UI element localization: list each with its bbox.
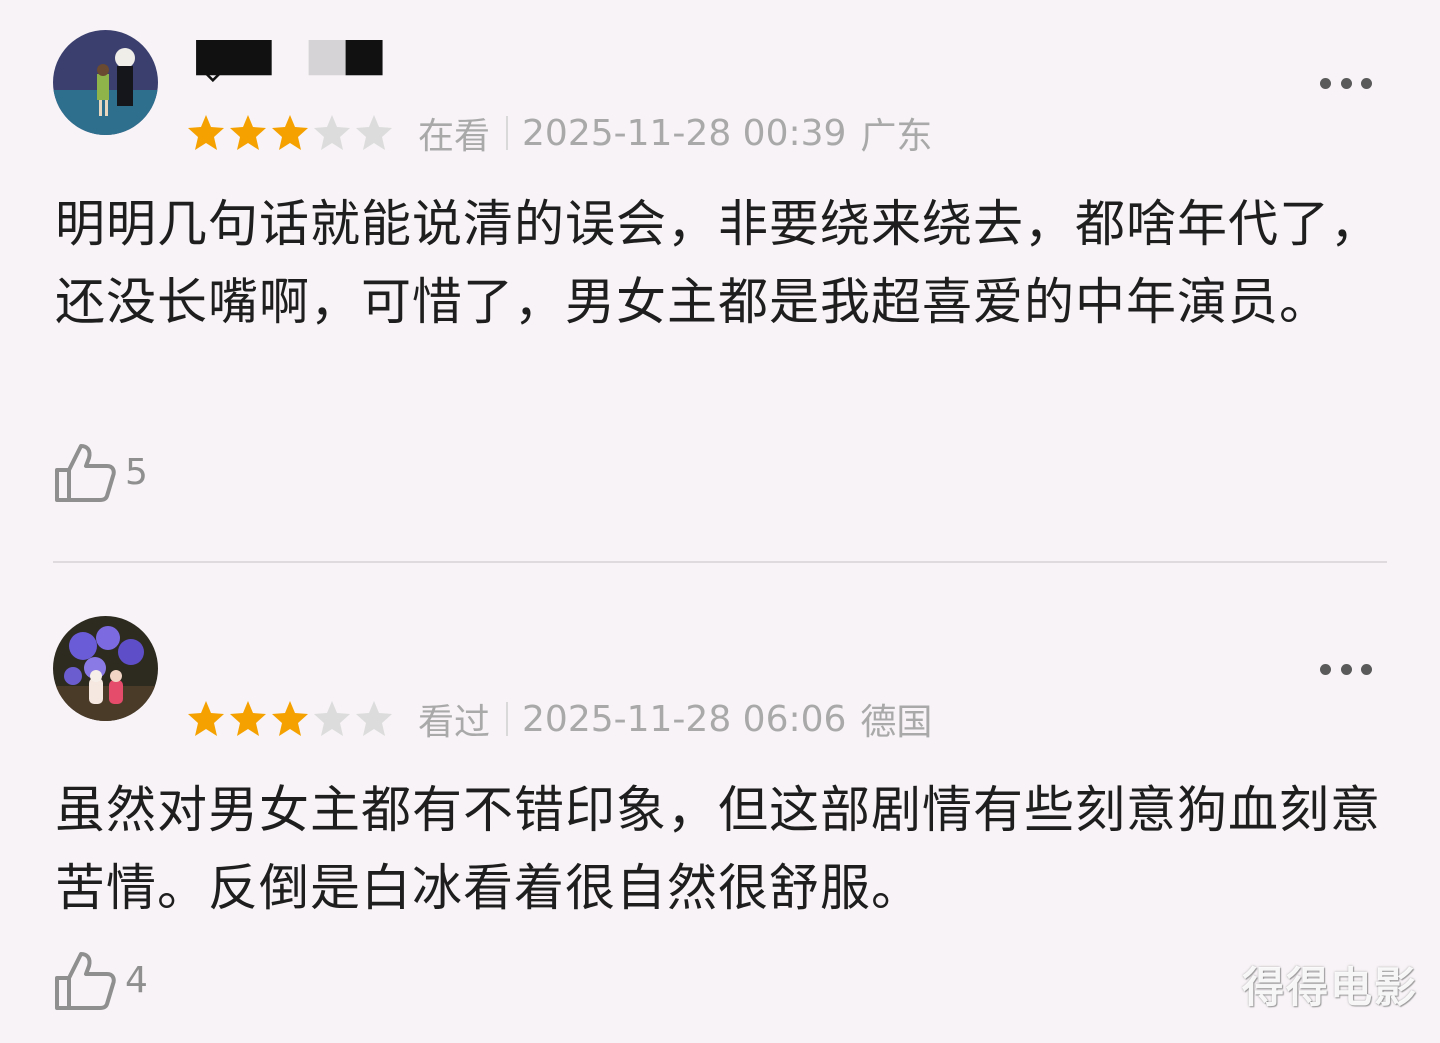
comment-item: 看过 2025-11-28 06:06 德国 虽然对男女主都有不错印象，但这部剧… [0,563,1440,1043]
thumbs-up-icon [55,952,116,1010]
timestamp: 2025-11-28 06:06 [522,698,847,740]
divider [506,116,509,150]
watch-status: 在看 [418,116,491,157]
like-count: 5 [125,451,148,493]
avatar[interactable] [53,616,158,721]
thumbs-up-icon [55,444,116,502]
star-icon [314,701,350,736]
more-horizontal-icon [1320,663,1331,675]
comment-meta: 看过 2025-11-28 06:06 德国 [186,697,932,743]
comment-text: 明明几句话就能说清的误会，非要绕来绕去，都啥年代了，还没长嘴啊，可惜了，男女主都… [55,195,1381,331]
star-icon [230,115,266,150]
like-button[interactable]: 4 [53,948,148,1012]
divider [506,702,509,736]
star-icon [188,701,224,736]
star-icon [272,115,308,150]
watch-status: 看过 [418,702,491,743]
timestamp: 2025-11-28 00:39 [522,112,847,154]
avatar-image [53,616,158,721]
star-icon [314,115,350,150]
like-count: 4 [125,959,148,1001]
comment-meta: 在看 2025-11-28 00:39 广东 [186,111,932,157]
star-rating [186,113,396,153]
more-options-button[interactable] [1320,76,1372,90]
avatar-image [53,30,158,135]
redacted-username [196,40,383,82]
more-options-button[interactable] [1320,662,1372,676]
avatar[interactable] [53,30,158,135]
more-horizontal-icon [1320,77,1331,89]
watermark: 得得电影 [1241,963,1418,1012]
star-rating [186,699,396,739]
location: 德国 [860,702,933,743]
like-button[interactable]: 5 [53,440,148,504]
star-icon [356,115,392,150]
star-icon [356,701,392,736]
star-icon [272,701,308,736]
comment-text: 虽然对男女主都有不错印象，但这部剧情有些刻意狗血刻意苦情。反倒是白冰看着很自然很… [55,781,1381,917]
star-icon [188,115,224,150]
star-icon [230,701,266,736]
comment-item: 在看 2025-11-28 00:39 广东 明明几句话就能说清的误会，非要绕来… [0,0,1440,562]
location: 广东 [860,116,933,157]
